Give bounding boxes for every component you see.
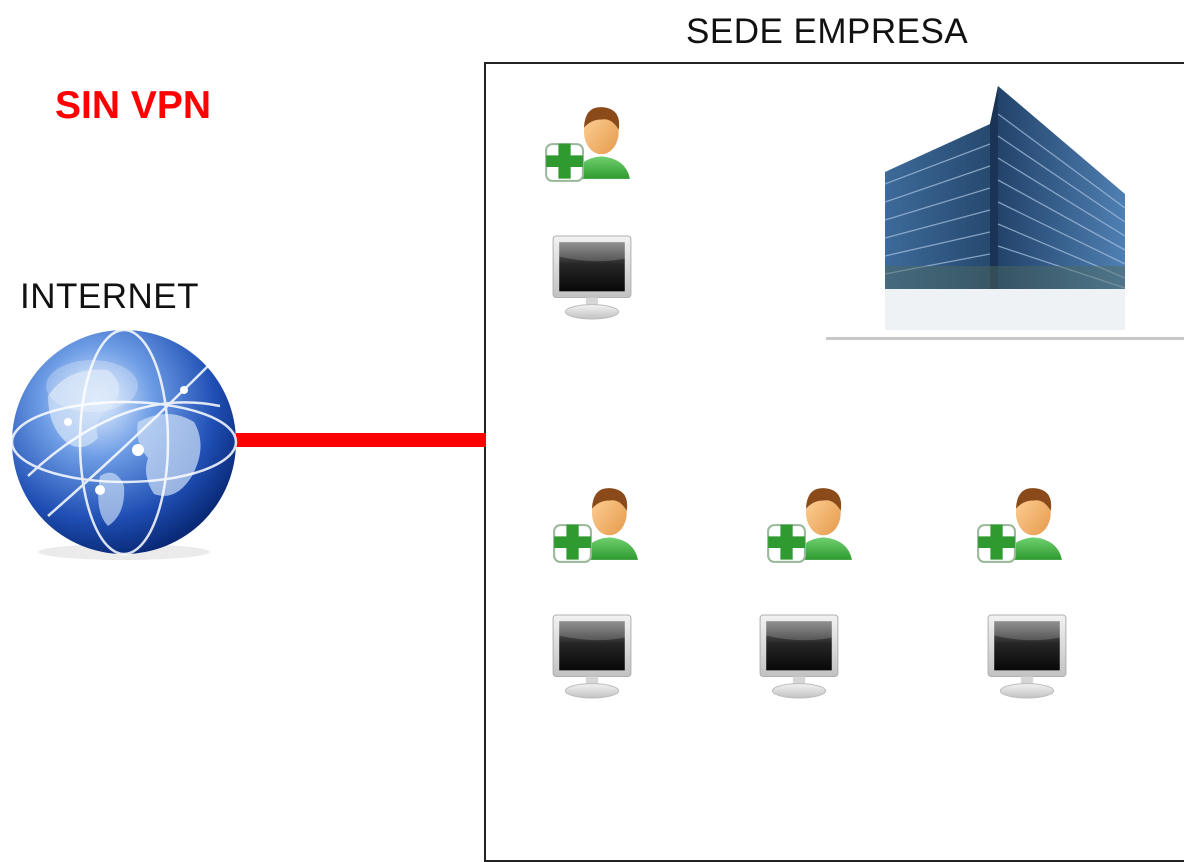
add-user-icon bbox=[762, 479, 854, 563]
globe-icon bbox=[8, 326, 240, 562]
internet-label: INTERNET bbox=[20, 277, 199, 316]
headquarters-label: SEDE EMPRESA bbox=[686, 12, 969, 51]
building-ground-line bbox=[826, 337, 1184, 340]
add-user-icon bbox=[972, 479, 1064, 563]
add-user-icon bbox=[540, 98, 632, 182]
internet-connection-line bbox=[236, 433, 486, 447]
computer-monitor-icon bbox=[986, 613, 1068, 699]
office-building-icon bbox=[880, 84, 1130, 330]
computer-monitor-icon bbox=[551, 613, 633, 699]
add-user-icon bbox=[548, 479, 640, 563]
scenario-label: SIN VPN bbox=[55, 84, 212, 127]
computer-monitor-icon bbox=[758, 613, 840, 699]
computer-monitor-icon bbox=[551, 234, 633, 320]
